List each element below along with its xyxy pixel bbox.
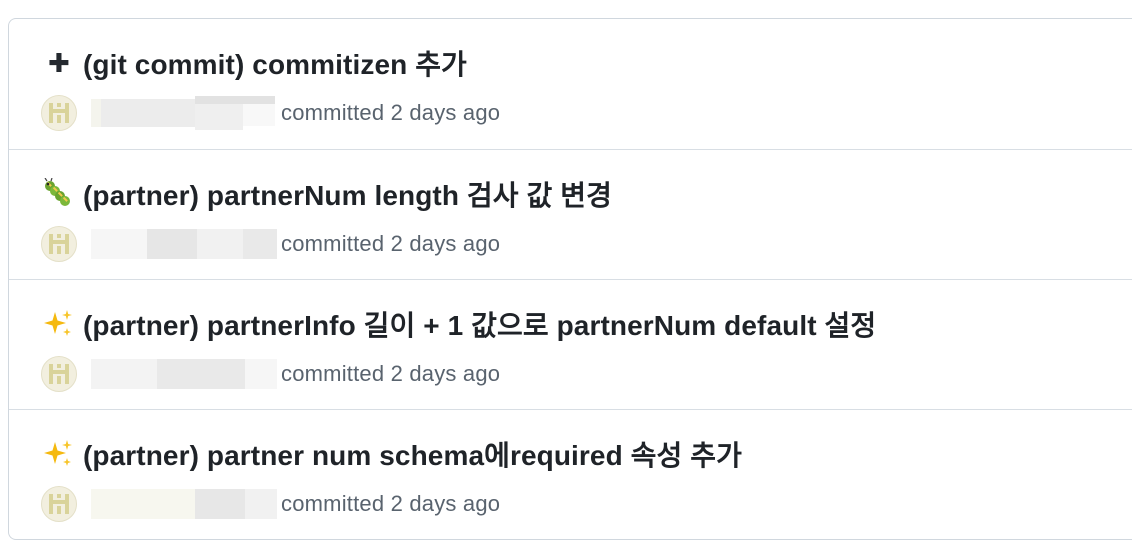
commit-message[interactable]: (partner) partnerInfo 길이 + 1 값으로 partner… [83, 304, 876, 344]
commit-message[interactable]: (git commit) commitizen 추가 [83, 43, 467, 83]
commit-meta: committed 2 days ago [41, 226, 500, 262]
committed-label: committed [281, 231, 385, 256]
bug-icon [43, 178, 75, 210]
commit-time[interactable]: 2 days ago [391, 100, 501, 125]
commit-meta: committed 2 days ago [41, 356, 500, 392]
commit-status: committed 2 days ago [281, 491, 500, 517]
redacted-author [91, 487, 277, 521]
commit-meta: committed 2 days ago [41, 486, 500, 522]
commit-status: committed 2 days ago [281, 231, 500, 257]
commit-time[interactable]: 2 days ago [391, 361, 501, 386]
commit-title[interactable]: (partner) partnerInfo 길이 + 1 값으로 partner… [43, 304, 876, 344]
committed-label: committed [281, 361, 385, 386]
identicon-icon [49, 364, 69, 384]
redacted-author [91, 357, 277, 391]
commit-row: (partner) partnerInfo 길이 + 1 값으로 partner… [9, 279, 1132, 409]
redacted-author [91, 96, 277, 130]
commit-status: committed 2 days ago [281, 361, 500, 387]
commit-title[interactable]: (partner) partner num schema에required 속성… [43, 434, 742, 474]
committed-label: committed [281, 491, 385, 516]
redacted-author [91, 227, 277, 261]
commit-list: ✚ (git commit) commitizen 추가 committed 2… [8, 18, 1132, 540]
avatar[interactable] [41, 486, 77, 522]
identicon-icon [49, 103, 69, 123]
commit-message[interactable]: (partner) partner num schema에required 속성… [83, 434, 742, 474]
commit-title[interactable]: ✚ (git commit) commitizen 추가 [43, 43, 467, 83]
commit-row: (partner) partnerNum length 검사 값 변경 comm… [9, 149, 1132, 279]
avatar[interactable] [41, 95, 77, 131]
commit-status: committed 2 days ago [281, 100, 500, 126]
commit-time[interactable]: 2 days ago [391, 231, 501, 256]
commit-time[interactable]: 2 days ago [391, 491, 501, 516]
commit-row: ✚ (git commit) commitizen 추가 committed 2… [9, 19, 1132, 149]
commit-message[interactable]: (partner) partnerNum length 검사 값 변경 [83, 174, 612, 214]
commit-title[interactable]: (partner) partnerNum length 검사 값 변경 [43, 174, 612, 214]
commit-row: (partner) partner num schema에required 속성… [9, 409, 1132, 539]
sparkles-icon [43, 308, 75, 340]
avatar[interactable] [41, 356, 77, 392]
plus-icon: ✚ [48, 48, 70, 78]
identicon-icon [49, 234, 69, 254]
identicon-icon [49, 494, 69, 514]
avatar[interactable] [41, 226, 77, 262]
committed-label: committed [281, 100, 385, 125]
commit-meta: committed 2 days ago [41, 95, 500, 131]
sparkles-icon [43, 438, 75, 470]
